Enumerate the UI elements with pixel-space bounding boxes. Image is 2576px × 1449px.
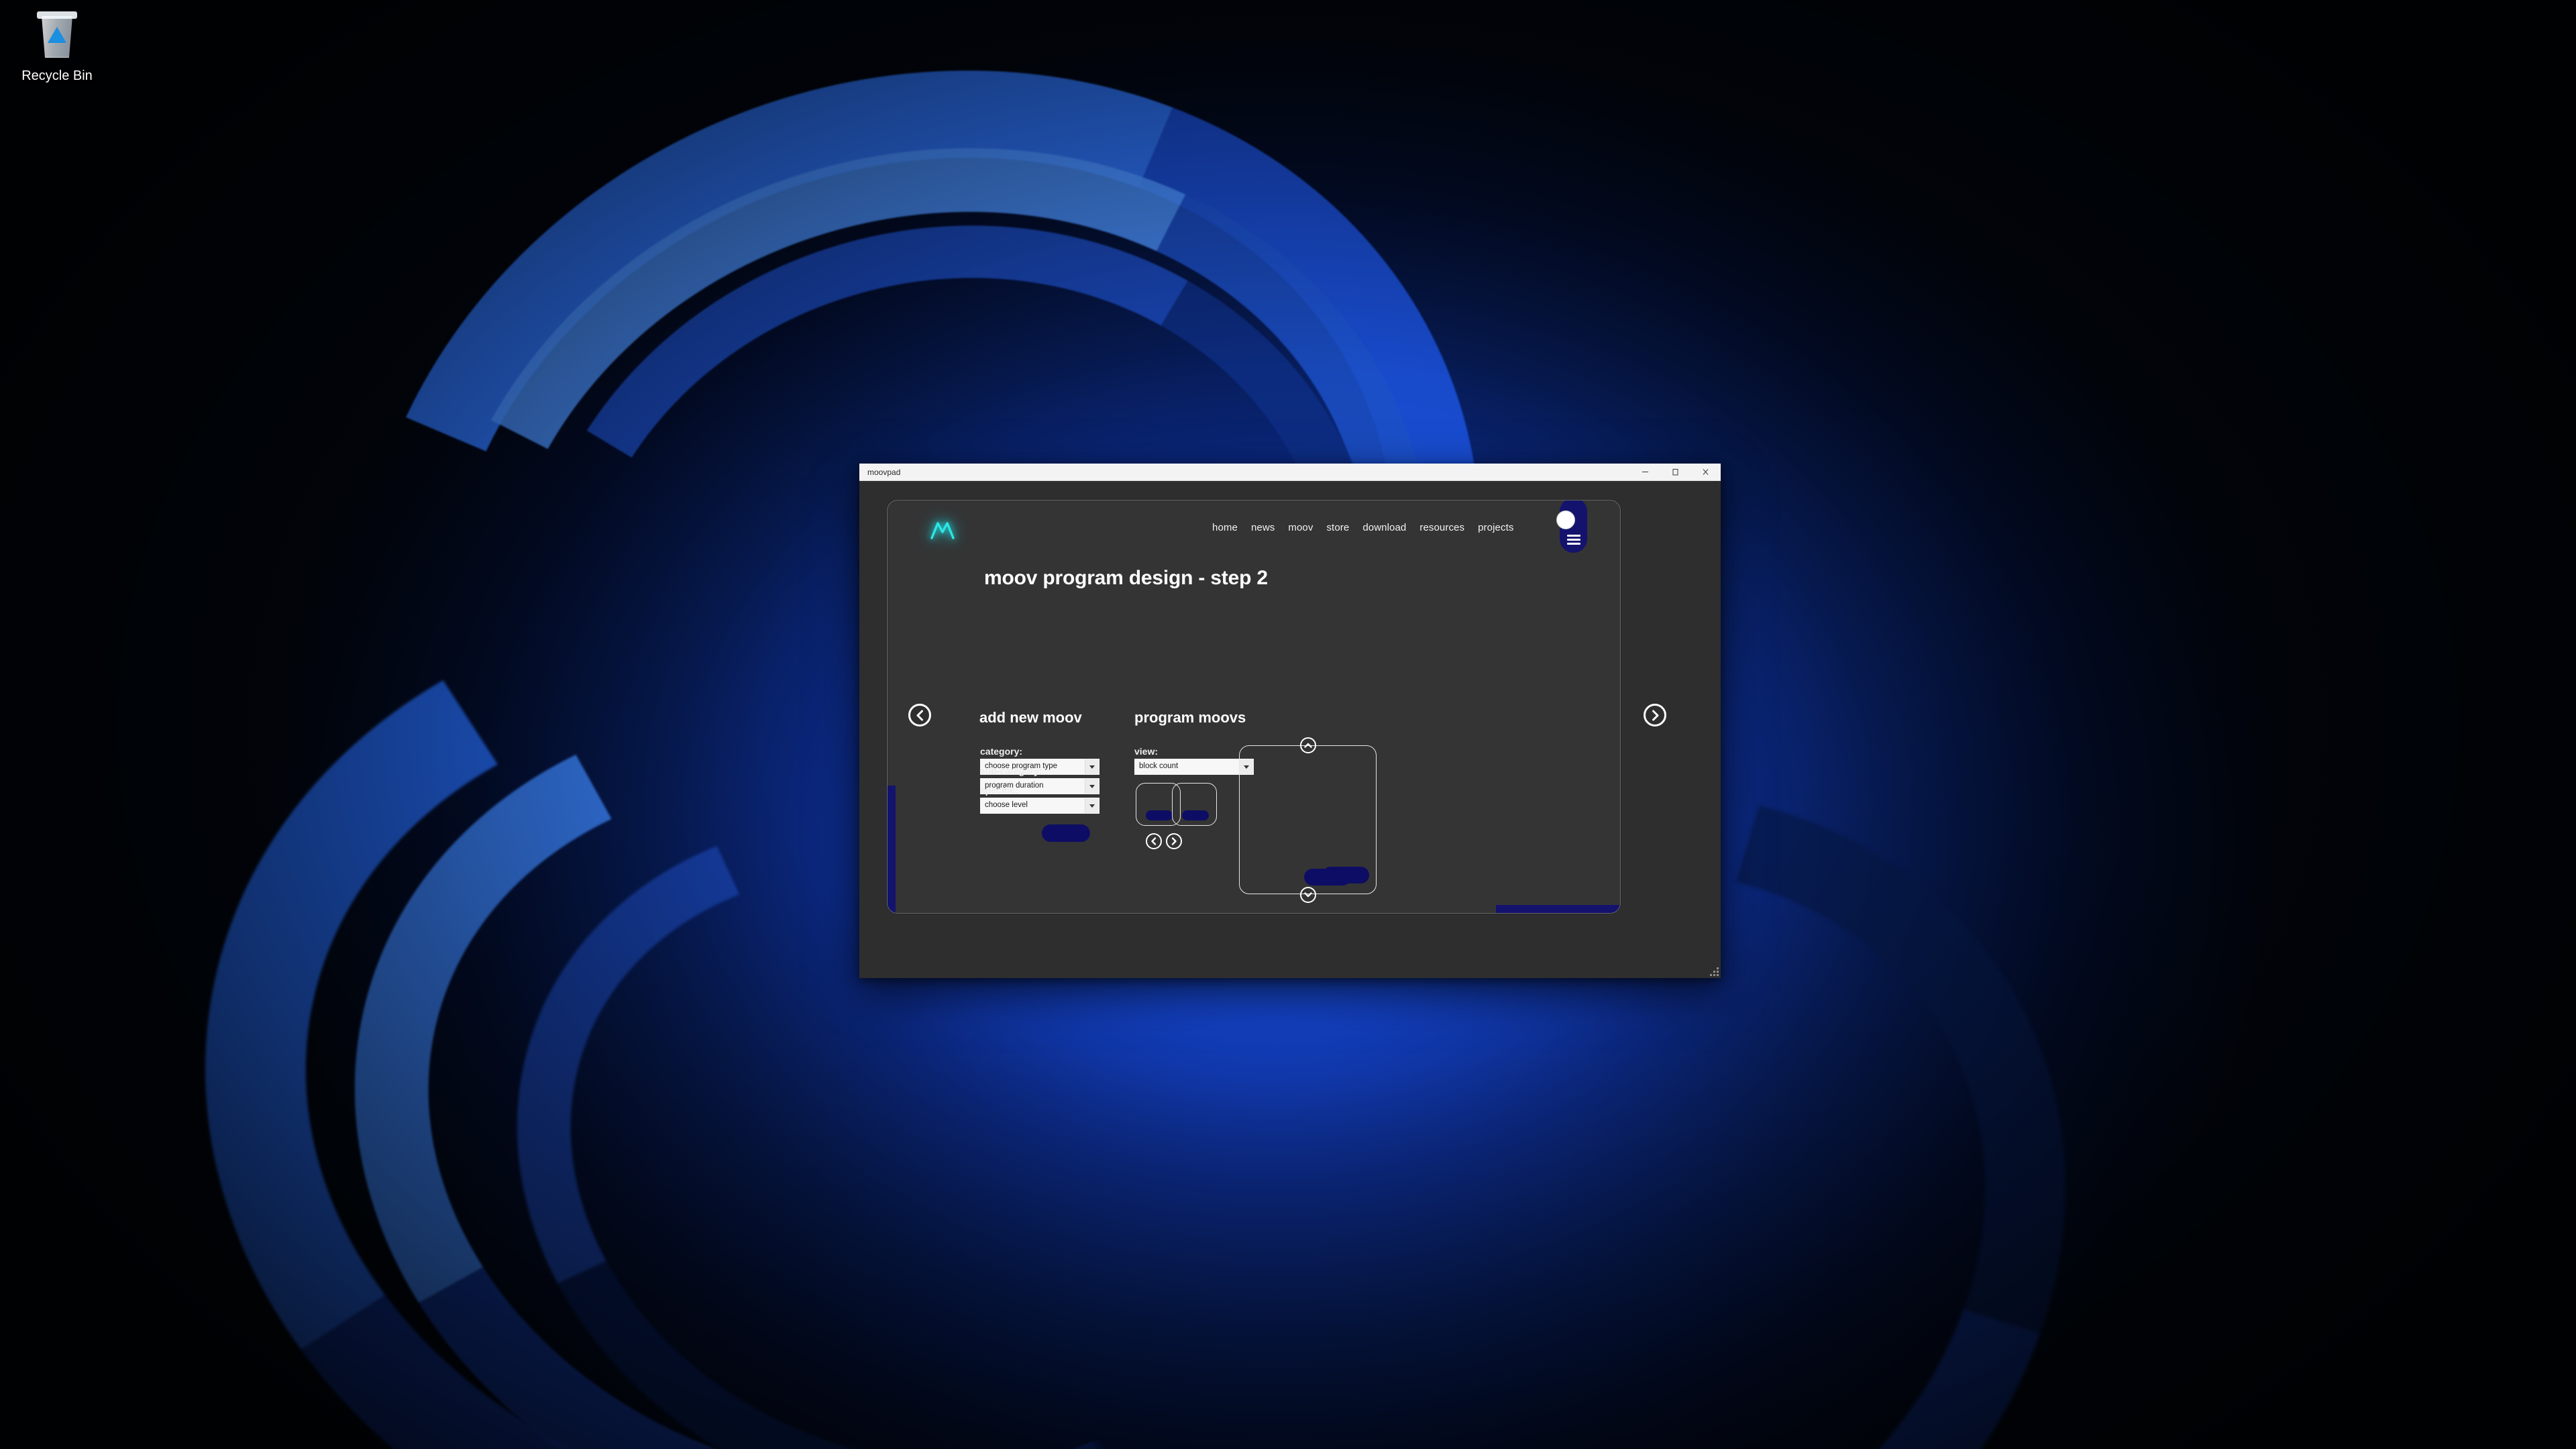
app-window: moovpad home news moov store download re… xyxy=(859,464,1721,978)
scroll-up-arrow[interactable] xyxy=(1300,737,1316,753)
preview-outer-action-button[interactable] xyxy=(1304,869,1351,885)
select-view-value: block count xyxy=(1139,762,1179,771)
page-title: moov program design - step 2 xyxy=(984,567,1268,589)
site-page-card: home news moov store download resources … xyxy=(887,500,1621,914)
maximize-button[interactable] xyxy=(1660,464,1690,481)
page-prev-arrow[interactable] xyxy=(908,704,931,727)
label-view: view: xyxy=(1134,746,1159,757)
nav-link-resources[interactable]: resources xyxy=(1419,522,1464,533)
left-accent-strip xyxy=(888,786,896,913)
nav-link-home[interactable]: home xyxy=(1212,522,1238,533)
page-next-arrow[interactable] xyxy=(1644,704,1666,727)
moov-card-action-button[interactable] xyxy=(1182,810,1209,820)
recycle-bin-icon xyxy=(30,9,85,64)
select-specific[interactable]: choose level xyxy=(980,798,1099,814)
heading-add-new-moov: add new moov xyxy=(979,709,1082,726)
moov-card[interactable] xyxy=(1172,783,1217,826)
desktop-icon-label: Recycle Bin xyxy=(21,68,93,83)
window-content: home news moov store download resources … xyxy=(859,481,1721,978)
title-bar[interactable]: moovpad xyxy=(859,464,1721,481)
minimize-button[interactable] xyxy=(1630,464,1660,481)
chevron-down-icon[interactable] xyxy=(1085,759,1099,774)
window-resize-grip[interactable] xyxy=(1710,967,1719,976)
label-specific: specific: xyxy=(980,785,1018,796)
select-specific-value: choose level xyxy=(985,801,1028,810)
nav-link-projects[interactable]: projects xyxy=(1478,522,1513,533)
nav-link-moov[interactable]: moov xyxy=(1288,522,1313,533)
nav-link-download[interactable]: download xyxy=(1362,522,1406,533)
nav-link-store[interactable]: store xyxy=(1326,522,1349,533)
theme-toggle-knob[interactable] xyxy=(1556,511,1575,529)
close-button[interactable] xyxy=(1690,464,1721,481)
select-view[interactable]: block count xyxy=(1134,759,1254,775)
bottom-accent-bar xyxy=(1496,905,1620,913)
add-moov-button[interactable] xyxy=(1042,824,1090,842)
desktop-icon-recycle-bin[interactable]: Recycle Bin xyxy=(7,5,107,84)
label-sub-category: sub-category: xyxy=(980,765,1042,776)
carousel-prev-arrow[interactable] xyxy=(1146,833,1162,849)
label-category: category: xyxy=(980,746,1023,757)
theme-toggle[interactable] xyxy=(1556,500,1587,553)
moov-logo-icon[interactable] xyxy=(928,517,957,543)
scroll-down-arrow[interactable] xyxy=(1300,887,1316,903)
nav-links: home news moov store download resources … xyxy=(1212,522,1513,533)
heading-program-moovs: program moovs xyxy=(1134,709,1246,726)
site-navbar: home news moov store download resources … xyxy=(888,500,1620,557)
desktop: Recycle Bin moovpad home news moov store… xyxy=(0,0,2576,1449)
nav-link-news[interactable]: news xyxy=(1251,522,1275,533)
hamburger-icon[interactable] xyxy=(1567,535,1580,545)
chevron-down-icon[interactable] xyxy=(1085,798,1099,813)
chevron-down-icon[interactable] xyxy=(1085,779,1099,794)
carousel-next-arrow[interactable] xyxy=(1166,833,1182,849)
window-title: moovpad xyxy=(867,467,901,477)
moov-card-action-button[interactable] xyxy=(1146,810,1173,820)
